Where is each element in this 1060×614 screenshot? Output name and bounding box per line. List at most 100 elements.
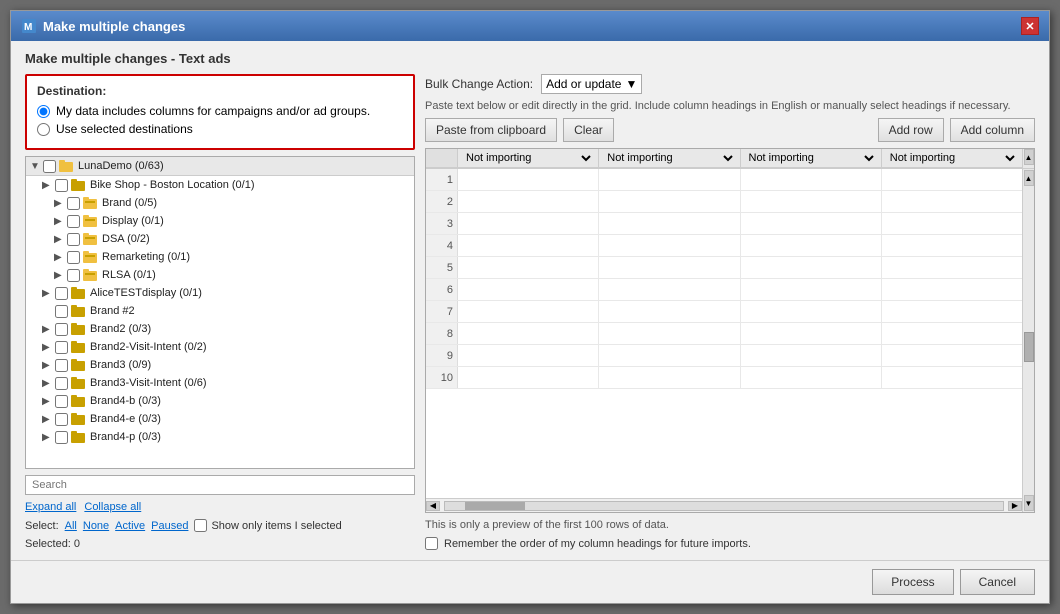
- grid-cell[interactable]: [882, 345, 1022, 366]
- tree-root-check[interactable]: [43, 160, 56, 173]
- list-item[interactable]: ▶ Brand3-Visit-Intent (0/6): [26, 374, 414, 392]
- grid-cell[interactable]: [599, 323, 740, 344]
- grid-cell[interactable]: [599, 213, 740, 234]
- grid-cell[interactable]: [599, 367, 740, 388]
- cancel-button[interactable]: Cancel: [960, 569, 1035, 595]
- select-paused-link[interactable]: Paused: [151, 520, 188, 532]
- grid-cell[interactable]: [458, 345, 599, 366]
- grid-cell[interactable]: [458, 191, 599, 212]
- grid-cell[interactable]: [599, 169, 740, 190]
- grid-cell[interactable]: [599, 301, 740, 322]
- tree-check[interactable]: [67, 251, 80, 264]
- tree-check[interactable]: [55, 341, 68, 354]
- h-scrollbar-track[interactable]: [444, 501, 1004, 511]
- tree-check[interactable]: [55, 395, 68, 408]
- list-item[interactable]: ▶ AliceTESTdisplay (0/1): [26, 284, 414, 302]
- grid-cell[interactable]: [599, 257, 740, 278]
- select-all-link[interactable]: All: [65, 520, 77, 532]
- tree-check[interactable]: [67, 197, 80, 210]
- tree-check[interactable]: [55, 305, 68, 318]
- vertical-scrollbar[interactable]: ▲ ▼: [1022, 169, 1034, 512]
- list-item[interactable]: ▶ Brand4-p (0/3): [26, 428, 414, 446]
- tree-check[interactable]: [55, 323, 68, 336]
- column-header-1[interactable]: Not importing: [458, 149, 599, 167]
- destination-radio-1[interactable]: [37, 105, 50, 118]
- grid-cell[interactable]: [458, 213, 599, 234]
- h-scrollbar-thumb[interactable]: [465, 502, 525, 510]
- search-input[interactable]: [32, 479, 408, 491]
- list-item[interactable]: ▶ Display (0/1): [26, 212, 414, 230]
- select-none-link[interactable]: None: [83, 520, 109, 532]
- grid-cell[interactable]: [882, 191, 1022, 212]
- grid-cell[interactable]: [741, 367, 882, 388]
- tree-check[interactable]: [67, 215, 80, 228]
- grid-cell[interactable]: [599, 191, 740, 212]
- grid-cell[interactable]: [458, 323, 599, 344]
- grid-cell[interactable]: [882, 279, 1022, 300]
- add-column-button[interactable]: Add column: [950, 118, 1035, 142]
- grid-cell[interactable]: [741, 235, 882, 256]
- tree-check[interactable]: [55, 431, 68, 444]
- vertical-scrollbar[interactable]: ▲: [1022, 149, 1034, 168]
- list-item[interactable]: ▶ DSA (0/2): [26, 230, 414, 248]
- list-item[interactable]: ▶ Bike Shop - Boston Location (0/1): [26, 176, 414, 194]
- list-item[interactable]: ▶ RLSA (0/1): [26, 266, 414, 284]
- tree-check[interactable]: [55, 179, 68, 192]
- grid-cell[interactable]: [458, 235, 599, 256]
- list-item[interactable]: ▶ Brand3 (0/9): [26, 356, 414, 374]
- grid-cell[interactable]: [882, 235, 1022, 256]
- grid-cell[interactable]: [458, 257, 599, 278]
- list-item[interactable]: ▶ Brand #2: [26, 302, 414, 320]
- collapse-all-link[interactable]: Collapse all: [84, 501, 141, 513]
- grid-cell[interactable]: [882, 213, 1022, 234]
- tree-check[interactable]: [55, 377, 68, 390]
- list-item[interactable]: ▶ Remarketing (0/1): [26, 248, 414, 266]
- horizontal-scrollbar[interactable]: ◀ ▶: [426, 498, 1022, 512]
- destination-radio-2[interactable]: [37, 123, 50, 136]
- tree-check[interactable]: [55, 287, 68, 300]
- expand-all-link[interactable]: Expand all: [25, 501, 76, 513]
- column-header-4[interactable]: Not importing: [882, 149, 1022, 167]
- paste-from-clipboard-button[interactable]: Paste from clipboard: [425, 118, 557, 142]
- process-button[interactable]: Process: [872, 569, 953, 595]
- grid-cell[interactable]: [741, 191, 882, 212]
- grid-cell[interactable]: [741, 345, 882, 366]
- grid-cell[interactable]: [741, 257, 882, 278]
- col-select-4[interactable]: Not importing: [886, 151, 1018, 165]
- tree-check[interactable]: [67, 269, 80, 282]
- column-header-2[interactable]: Not importing: [599, 149, 740, 167]
- v-scrollbar-thumb[interactable]: [1024, 332, 1034, 362]
- grid-cell[interactable]: [882, 301, 1022, 322]
- grid-cell[interactable]: [458, 169, 599, 190]
- remember-checkbox[interactable]: [425, 537, 438, 550]
- grid-cell[interactable]: [741, 279, 882, 300]
- list-item[interactable]: ▶ Brand2-Visit-Intent (0/2): [26, 338, 414, 356]
- col-select-2[interactable]: Not importing: [603, 151, 735, 165]
- select-active-link[interactable]: Active: [115, 520, 145, 532]
- grid-cell[interactable]: [458, 279, 599, 300]
- list-item[interactable]: ▶ Brand4-e (0/3): [26, 410, 414, 428]
- grid-cell[interactable]: [599, 235, 740, 256]
- tree-check[interactable]: [67, 233, 80, 246]
- tree-root[interactable]: ▼ LunaDemo (0/63): [26, 157, 414, 176]
- grid-cell[interactable]: [741, 323, 882, 344]
- close-button[interactable]: ✕: [1021, 17, 1039, 35]
- grid-cell[interactable]: [882, 367, 1022, 388]
- add-row-button[interactable]: Add row: [878, 118, 944, 142]
- list-item[interactable]: ▶ Brand2 (0/3): [26, 320, 414, 338]
- grid-cell[interactable]: [741, 169, 882, 190]
- clear-button[interactable]: Clear: [563, 118, 614, 142]
- grid-cell[interactable]: [458, 367, 599, 388]
- grid-cell[interactable]: [741, 301, 882, 322]
- grid-cell[interactable]: [458, 301, 599, 322]
- tree-root-arrow[interactable]: ▼: [30, 161, 40, 172]
- grid-cell[interactable]: [741, 213, 882, 234]
- column-header-3[interactable]: Not importing: [741, 149, 882, 167]
- col-select-3[interactable]: Not importing: [745, 151, 877, 165]
- grid-cell[interactable]: [882, 169, 1022, 190]
- grid-cell[interactable]: [882, 323, 1022, 344]
- grid-cell[interactable]: [599, 345, 740, 366]
- show-only-checkbox[interactable]: [194, 519, 207, 532]
- grid-cell[interactable]: [599, 279, 740, 300]
- tree-check[interactable]: [55, 413, 68, 426]
